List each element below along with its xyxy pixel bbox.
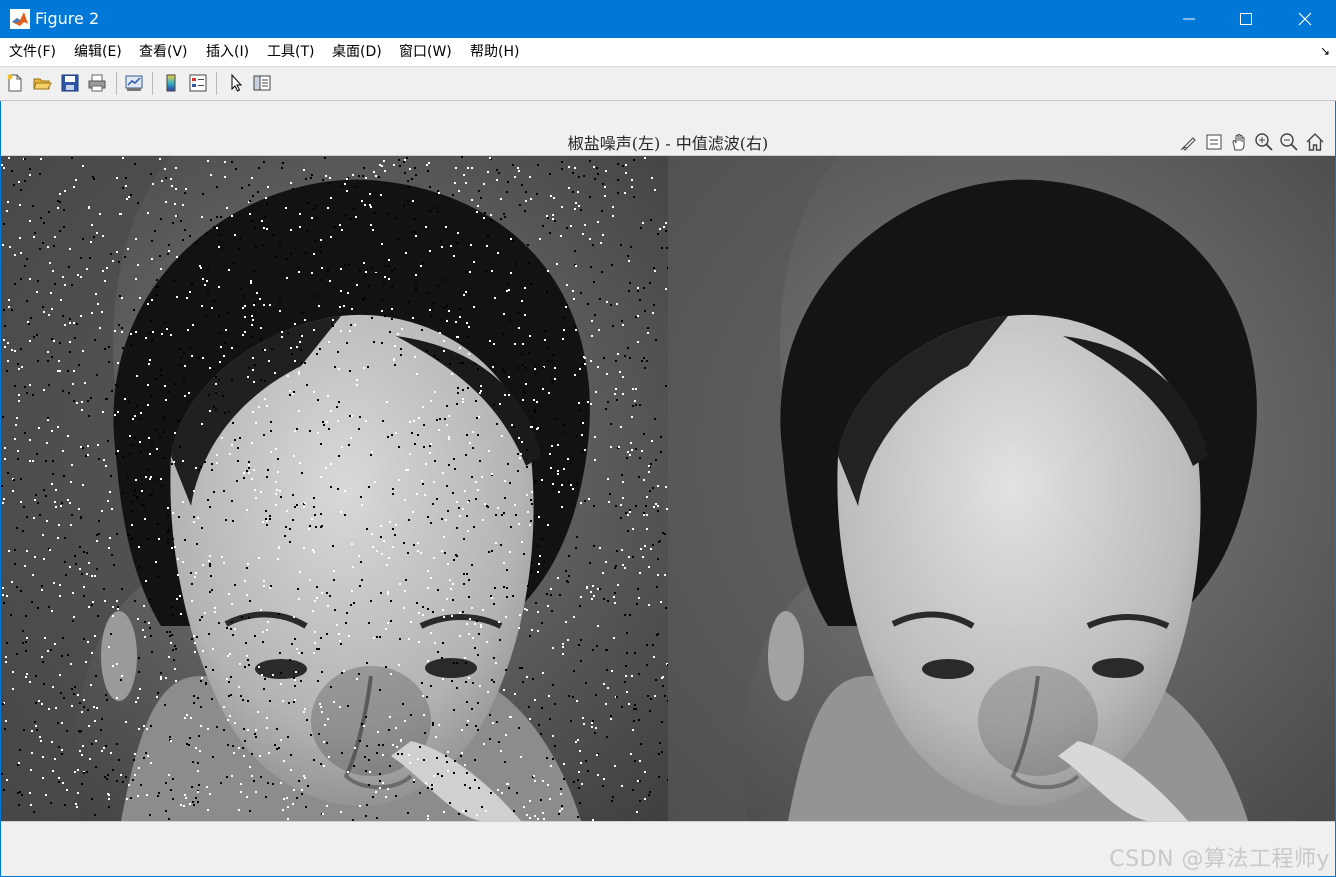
select-arrow-icon[interactable] [225, 72, 247, 94]
minimize-button[interactable] [1160, 0, 1218, 38]
title-bar[interactable]: Figure 2 [0, 0, 1336, 38]
dock-arrow-icon[interactable]: ↘ [1320, 44, 1330, 58]
menu-desktop[interactable]: 桌面(D) [332, 44, 382, 61]
close-button[interactable] [1276, 0, 1334, 38]
home-icon[interactable] [1304, 131, 1326, 153]
zoom-out-icon[interactable] [1278, 131, 1300, 153]
menu-edit[interactable]: 编辑(E) [74, 44, 122, 61]
toolbar-separator [216, 72, 217, 95]
menu-view[interactable]: 查看(V) [139, 44, 188, 61]
open-file-icon[interactable] [31, 72, 53, 94]
median-filtered-image [668, 156, 1335, 821]
zoom-in-icon[interactable] [1253, 131, 1275, 153]
menu-insert[interactable]: 插入(I) [206, 44, 249, 61]
new-figure-icon[interactable] [4, 72, 26, 94]
menu-window[interactable]: 窗口(W) [399, 44, 452, 61]
matlab-logo-icon [10, 9, 30, 29]
menu-tools[interactable]: 工具(T) [267, 44, 314, 61]
property-inspector-icon[interactable] [251, 72, 273, 94]
save-icon[interactable] [59, 72, 81, 94]
figure-title: 椒盐噪声(左) - 中值滤波(右) [567, 134, 769, 153]
toolbar-separator [152, 72, 153, 95]
pan-hand-icon[interactable] [1228, 131, 1250, 153]
figure-toolbar [0, 67, 1336, 101]
link-plot-icon[interactable] [123, 72, 145, 94]
toolbar-separator [116, 72, 117, 95]
noisy-image [1, 156, 668, 821]
window-title: Figure 2 [35, 9, 100, 28]
menu-help[interactable]: 帮助(H) [470, 44, 519, 61]
maximize-button[interactable] [1217, 0, 1275, 38]
image-axes[interactable] [1, 155, 1335, 822]
print-icon[interactable] [86, 72, 108, 94]
brush-icon[interactable] [1178, 131, 1200, 153]
menu-bar: 文件(F) 编辑(E) 查看(V) 插入(I) 工具(T) 桌面(D) 窗口(W… [0, 38, 1336, 67]
colorbar-icon[interactable] [160, 72, 182, 94]
menu-file[interactable]: 文件(F) [9, 44, 56, 61]
data-tip-icon[interactable] [1203, 131, 1225, 153]
legend-icon[interactable] [187, 72, 209, 94]
watermark: CSDN @算法工程师y [1109, 847, 1330, 872]
